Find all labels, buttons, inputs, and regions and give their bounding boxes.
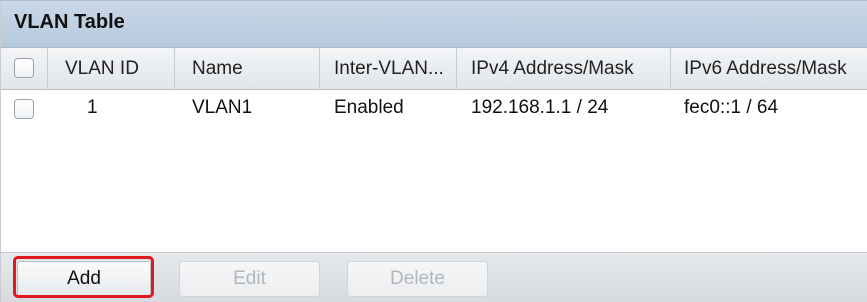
table-empty-area xyxy=(1,126,867,252)
select-all-checkbox[interactable] xyxy=(14,58,34,78)
header-ipv4-address[interactable]: IPv4 Address/Mask xyxy=(457,48,671,89)
table-header-row: VLAN ID Name Inter-VLAN... IPv4 Address/… xyxy=(1,48,867,90)
table-title-bar: VLAN Table xyxy=(1,0,867,48)
table-row[interactable]: 1 VLAN1 Enabled 192.168.1.1 / 24 fec0::1… xyxy=(1,90,867,126)
cell-ipv6-address: fec0::1 / 64 xyxy=(684,97,779,118)
add-button[interactable]: Add xyxy=(17,261,151,297)
delete-button[interactable]: Delete xyxy=(347,261,488,297)
edit-button[interactable]: Edit xyxy=(179,261,320,297)
table-button-bar: Add Edit Delete xyxy=(1,252,867,302)
row-select-checkbox[interactable] xyxy=(14,99,34,119)
table-title: VLAN Table xyxy=(14,11,125,33)
vlan-table-panel: VLAN Table VLAN ID Name Inter-VLAN... IP… xyxy=(0,0,867,302)
header-vlan-id[interactable]: VLAN ID xyxy=(48,48,175,89)
cell-ipv4-address: 192.168.1.1 / 24 xyxy=(471,97,609,118)
header-ipv6-address[interactable]: IPv6 Address/Mask xyxy=(671,48,867,89)
cell-inter-vlan: Enabled xyxy=(334,97,404,118)
header-select-cell xyxy=(1,48,48,89)
cell-vlan-id: 1 xyxy=(87,97,98,118)
cell-name: VLAN1 xyxy=(192,97,253,118)
header-name[interactable]: Name xyxy=(175,48,320,89)
header-inter-vlan[interactable]: Inter-VLAN... xyxy=(320,48,457,89)
